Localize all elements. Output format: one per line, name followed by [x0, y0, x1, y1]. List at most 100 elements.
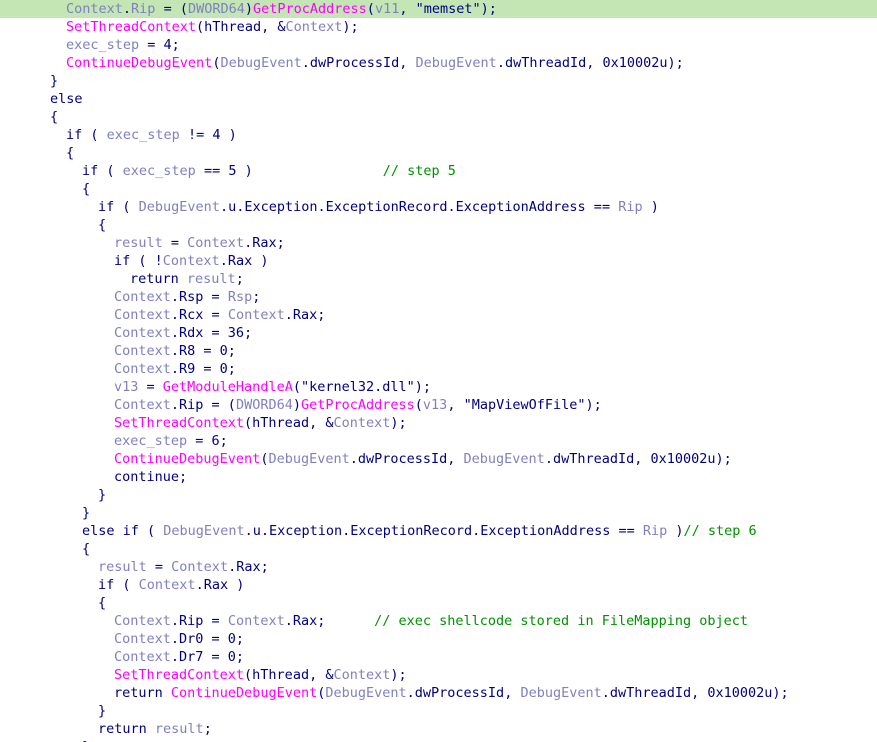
identifier[interactable]: exec_step: [114, 433, 187, 449]
identifier[interactable]: DebugEvent: [464, 451, 545, 467]
identifier[interactable]: result: [114, 235, 163, 251]
code-line[interactable]: else: [0, 90, 877, 108]
identifier[interactable]: exec_step: [107, 127, 180, 143]
code-line[interactable]: if ( DebugEvent.u.Exception.ExceptionRec…: [0, 198, 877, 216]
code-line[interactable]: Context.Rcx = Context.Rax;: [0, 306, 877, 324]
identifier[interactable]: Context: [333, 667, 390, 683]
code-line[interactable]: if ( !Context.Rax ): [0, 252, 877, 270]
code-line[interactable]: Context.R9 = 0;: [0, 360, 877, 378]
code-token: ( !: [130, 253, 163, 269]
identifier[interactable]: Context: [114, 361, 171, 377]
identifier[interactable]: Context: [114, 343, 171, 359]
pseudocode-editor[interactable]: Context.Rip = (DWORD64)GetProcAddress(v1…: [0, 0, 877, 742]
identifier[interactable]: Context: [187, 235, 244, 251]
identifier[interactable]: Rsp: [228, 289, 252, 305]
code-line[interactable]: exec_step = 6;: [0, 432, 877, 450]
code-line[interactable]: ContinueDebugEvent(DebugEvent.dwProcessI…: [0, 450, 877, 468]
code-line[interactable]: }: [0, 702, 877, 720]
function-name[interactable]: GetModuleHandleA: [163, 379, 293, 395]
identifier[interactable]: result: [155, 721, 204, 737]
function-name[interactable]: ContinueDebugEvent: [171, 685, 317, 701]
identifier[interactable]: result: [187, 271, 236, 287]
code-line[interactable]: SetThreadContext(hThread, &Context);: [0, 18, 877, 36]
code-line[interactable]: }: [0, 72, 877, 90]
identifier[interactable]: DebugEvent: [163, 523, 244, 539]
identifier[interactable]: Context: [163, 253, 220, 269]
identifier[interactable]: Context: [114, 631, 171, 647]
identifier[interactable]: Context: [114, 649, 171, 665]
code-line[interactable]: result = Context.Rax;: [0, 234, 877, 252]
code-line[interactable]: if ( Context.Rax ): [0, 576, 877, 594]
code-line[interactable]: {: [0, 108, 877, 126]
identifier[interactable]: Context: [333, 415, 390, 431]
identifier[interactable]: Context: [228, 613, 285, 629]
code-line[interactable]: Context.Rip = (DWORD64)GetProcAddress(v1…: [0, 0, 877, 18]
code-line[interactable]: }: [0, 486, 877, 504]
code-line[interactable]: {: [0, 540, 877, 558]
code-line[interactable]: Context.Rip = Context.Rax; // exec shell…: [0, 612, 877, 630]
identifier[interactable]: Context: [228, 307, 285, 323]
identifier[interactable]: exec_step: [66, 37, 139, 53]
identifier[interactable]: Context: [66, 1, 123, 17]
code-line[interactable]: exec_step = 4;: [0, 36, 877, 54]
function-name[interactable]: GetProcAddress: [301, 397, 415, 413]
code-line[interactable]: {: [0, 144, 877, 162]
identifier[interactable]: v11: [375, 1, 399, 17]
code-token: DWORD64: [187, 1, 245, 17]
code-line[interactable]: continue;: [0, 468, 877, 486]
code-line[interactable]: else if ( DebugEvent.u.Exception.Excepti…: [0, 522, 877, 540]
identifier[interactable]: Context: [114, 289, 171, 305]
code-comment: // exec shellcode stored in FileMapping …: [374, 613, 748, 629]
identifier[interactable]: Rip: [131, 1, 155, 17]
code-line[interactable]: result = Context.Rax;: [0, 558, 877, 576]
code-line[interactable]: }: [0, 504, 877, 522]
code-line[interactable]: return result;: [0, 720, 877, 738]
code-line[interactable]: ContinueDebugEvent(DebugEvent.dwProcessI…: [0, 54, 877, 72]
identifier[interactable]: DebugEvent: [139, 199, 220, 215]
function-name[interactable]: ContinueDebugEvent: [114, 451, 260, 467]
code-line[interactable]: return ContinueDebugEvent(DebugEvent.dwP…: [0, 684, 877, 702]
identifier[interactable]: Context: [171, 559, 228, 575]
code-token: (hThread, &: [196, 19, 286, 35]
identifier[interactable]: Rip: [618, 199, 642, 215]
function-name[interactable]: SetThreadContext: [114, 415, 244, 431]
identifier[interactable]: Context: [114, 307, 171, 323]
function-name[interactable]: SetThreadContext: [114, 667, 244, 683]
identifier[interactable]: DebugEvent: [268, 451, 349, 467]
identifier[interactable]: Context: [114, 397, 171, 413]
code-line[interactable]: Context.R8 = 0;: [0, 342, 877, 360]
code-token: ,: [399, 1, 416, 17]
identifier[interactable]: DebugEvent: [325, 685, 406, 701]
code-token: );: [390, 667, 407, 683]
identifier[interactable]: DebugEvent: [220, 55, 301, 71]
function-name[interactable]: SetThreadContext: [66, 19, 196, 35]
identifier[interactable]: exec_step: [123, 163, 196, 179]
identifier[interactable]: Context: [285, 19, 342, 35]
identifier[interactable]: v13: [114, 379, 138, 395]
code-line[interactable]: }: [0, 738, 877, 742]
identifier[interactable]: Context: [114, 613, 171, 629]
code-line[interactable]: Context.Dr0 = 0;: [0, 630, 877, 648]
code-line[interactable]: return result;: [0, 270, 877, 288]
identifier[interactable]: v13: [423, 397, 447, 413]
code-line[interactable]: SetThreadContext(hThread, &Context);: [0, 666, 877, 684]
code-line[interactable]: if ( exec_step == 5 ) // step 5: [0, 162, 877, 180]
code-line[interactable]: SetThreadContext(hThread, &Context);: [0, 414, 877, 432]
code-line[interactable]: v13 = GetModuleHandleA("kernel32.dll");: [0, 378, 877, 396]
code-line[interactable]: if ( exec_step != 4 ): [0, 126, 877, 144]
identifier[interactable]: Rip: [643, 523, 667, 539]
code-line[interactable]: {: [0, 216, 877, 234]
code-line[interactable]: {: [0, 180, 877, 198]
function-name[interactable]: GetProcAddress: [253, 1, 367, 17]
function-name[interactable]: ContinueDebugEvent: [66, 55, 212, 71]
code-line[interactable]: Context.Dr7 = 0;: [0, 648, 877, 666]
identifier[interactable]: DebugEvent: [416, 55, 497, 71]
identifier[interactable]: result: [98, 559, 147, 575]
identifier[interactable]: Context: [139, 577, 196, 593]
identifier[interactable]: Context: [114, 325, 171, 341]
code-line[interactable]: Context.Rdx = 36;: [0, 324, 877, 342]
identifier[interactable]: DebugEvent: [520, 685, 601, 701]
code-line[interactable]: {: [0, 594, 877, 612]
code-line[interactable]: Context.Rip = (DWORD64)GetProcAddress(v1…: [0, 396, 877, 414]
code-line[interactable]: Context.Rsp = Rsp;: [0, 288, 877, 306]
